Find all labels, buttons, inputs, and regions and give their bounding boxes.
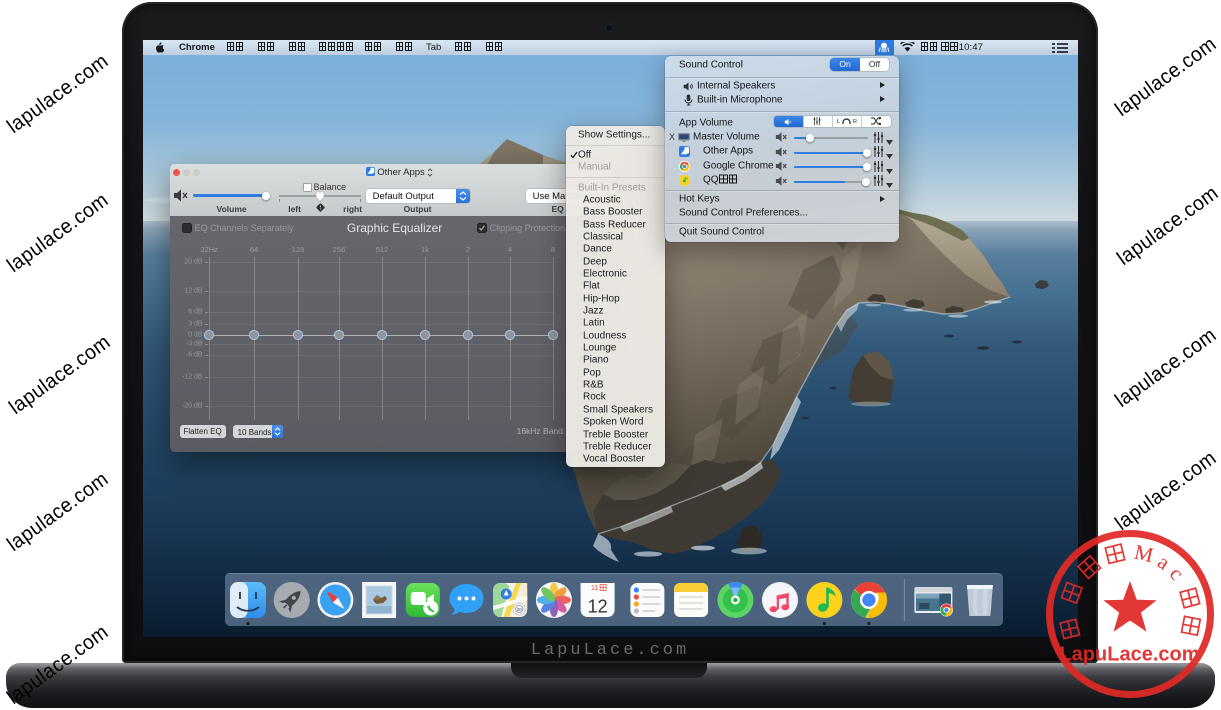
svg-text:c: c [1165,562,1189,585]
svg-text:M: M [1132,540,1156,568]
svg-text:30: 30 [516,607,522,612]
svg-text:LapuLace.com: LapuLace.com [1059,644,1199,666]
svg-text:11: 11 [591,585,598,592]
svg-text:12: 12 [587,597,607,617]
